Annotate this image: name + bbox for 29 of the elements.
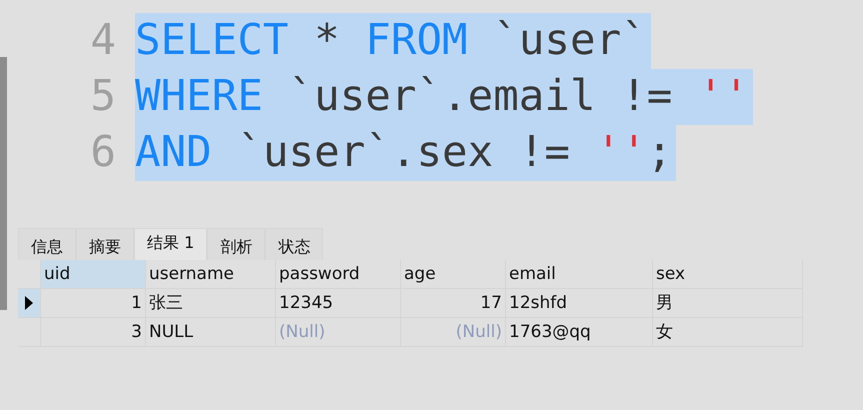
column-header[interactable]: age (401, 260, 506, 289)
row-indicator[interactable] (18, 289, 41, 318)
table-cell: 女 (653, 318, 803, 347)
table-cell: 1763@qq (506, 318, 653, 347)
table-cell: (Null) (401, 318, 506, 347)
column-header[interactable]: password (276, 260, 401, 289)
table-cell: 12345 (276, 289, 401, 318)
tab[interactable]: 状态 (265, 228, 324, 260)
column-header[interactable]: uid (41, 260, 146, 289)
tab[interactable]: 信息 (18, 228, 76, 260)
column-header[interactable]: sex (653, 260, 803, 289)
line-number: 5 (89, 71, 117, 123)
line-number: 6 (89, 127, 117, 179)
table-cell: 3 (41, 318, 146, 347)
table-cell: (Null) (276, 318, 401, 347)
table-cell: 17 (401, 289, 506, 318)
table-cell: NULL (146, 318, 276, 347)
tab[interactable]: 摘要 (76, 228, 134, 260)
column-header[interactable]: username (146, 260, 276, 289)
table-cell: 男 (653, 289, 803, 318)
tab[interactable]: 结果 1 (134, 228, 208, 260)
table-cell: 张三 (146, 289, 276, 318)
current-row-icon (25, 296, 33, 310)
table-cell: 1 (41, 289, 146, 318)
scrollbar-thumb[interactable] (0, 57, 7, 310)
table-cell: 12shfd (506, 289, 653, 318)
column-header[interactable]: email (506, 260, 653, 289)
tab[interactable]: 剖析 (207, 228, 266, 260)
line-number: 4 (89, 15, 117, 67)
